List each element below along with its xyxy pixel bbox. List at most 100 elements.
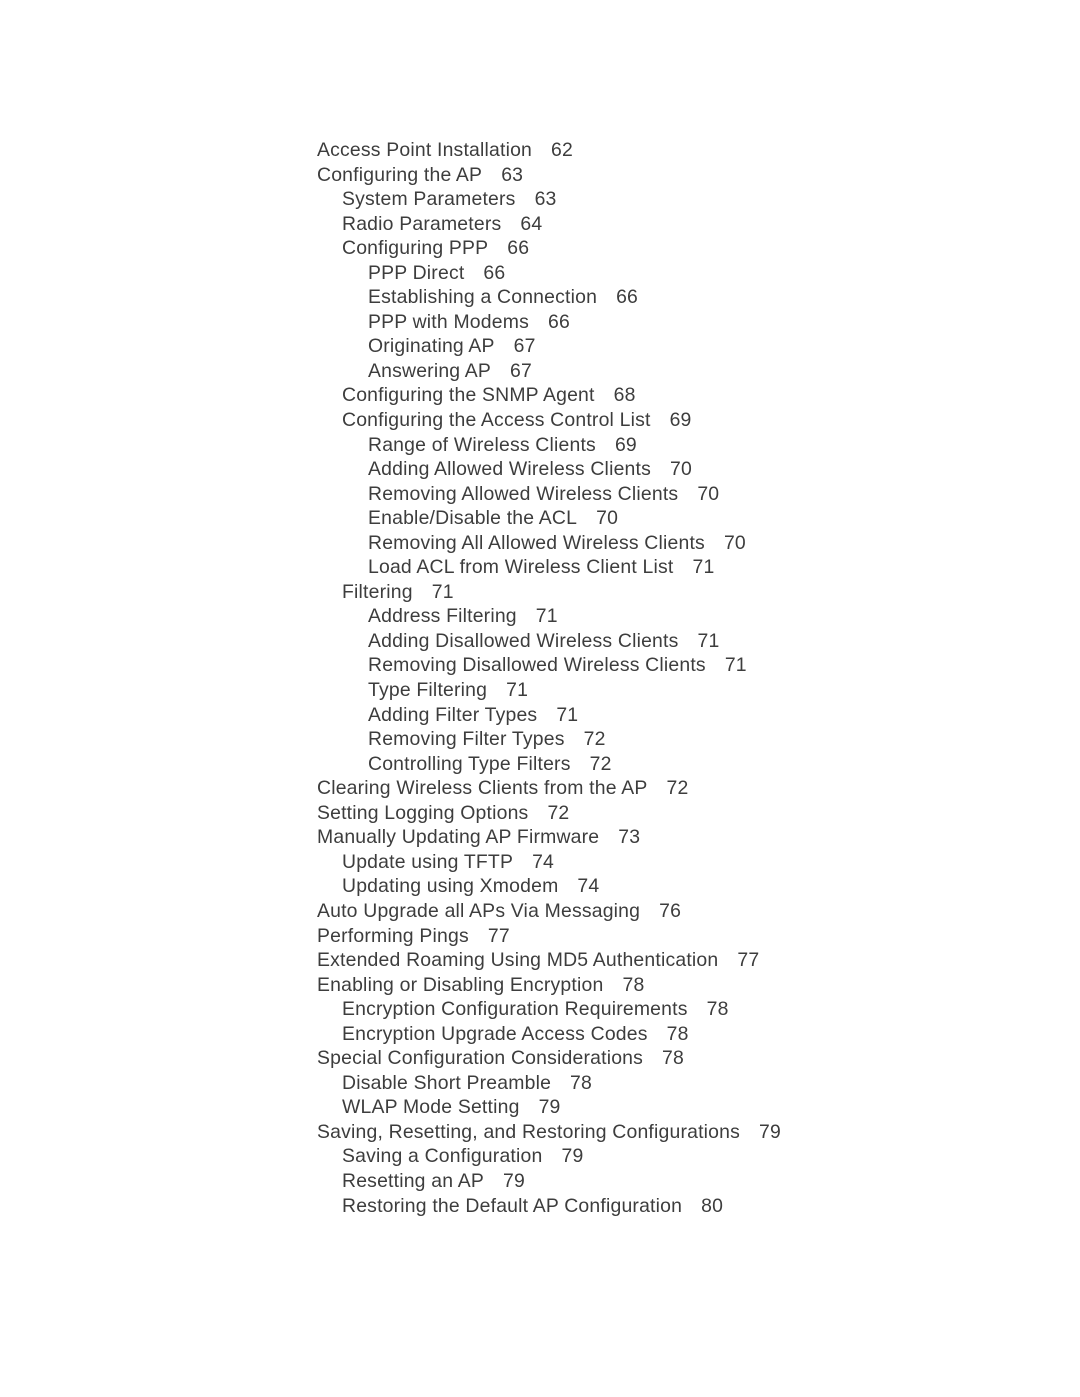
toc-entry-page-number: 67 xyxy=(510,359,533,382)
toc-entry[interactable]: PPP Direct 66 xyxy=(0,261,1080,286)
toc-entry-title: WLAP Mode Setting xyxy=(342,1096,520,1119)
toc-entry[interactable]: Enabling or Disabling Encryption 78 xyxy=(0,973,1080,998)
toc-entry-page-number: 71 xyxy=(556,703,579,726)
toc-entry-title: Special Configuration Considerations xyxy=(317,1047,644,1070)
toc-entry[interactable]: Clearing Wireless Clients from the AP 72 xyxy=(0,776,1080,801)
toc-entry[interactable]: Configuring the SNMP Agent 68 xyxy=(0,383,1080,408)
toc-entry-page-number: 72 xyxy=(666,777,689,800)
toc-entry[interactable]: Enable/Disable the ACL 70 xyxy=(0,506,1080,531)
toc-entry-title: Update using TFTP xyxy=(342,850,514,873)
toc-entry-page-number: 79 xyxy=(561,1145,584,1168)
toc-entry-title: Removing All Allowed Wireless Clients xyxy=(368,531,705,554)
toc-entry[interactable]: Establishing a Connection 66 xyxy=(0,285,1080,310)
toc-entry-title: Removing Disallowed Wireless Clients xyxy=(368,654,706,677)
toc-entry[interactable]: Update using TFTP 74 xyxy=(0,850,1080,875)
toc-entry-page-number: 79 xyxy=(502,1169,525,1192)
toc-entry-title: Adding Filter Types xyxy=(368,703,538,726)
toc-entry-title: Configuring PPP xyxy=(342,237,489,260)
toc-entry-page-number: 72 xyxy=(547,801,570,824)
toc-entry-page-number: 70 xyxy=(697,482,720,505)
toc-entry-title: Configuring the Access Control List xyxy=(342,409,651,432)
toc-entry[interactable]: Manually Updating AP Firmware 73 xyxy=(0,825,1080,850)
toc-entry-page-number: 64 xyxy=(520,212,543,235)
toc-entry[interactable]: Removing Filter Types 72 xyxy=(0,727,1080,752)
toc-entry[interactable]: Load ACL from Wireless Client List 71 xyxy=(0,555,1080,580)
toc-entry[interactable]: Filtering 71 xyxy=(0,580,1080,605)
toc-entry-page-number: 80 xyxy=(701,1194,724,1217)
toc-entry[interactable]: Extended Roaming Using MD5 Authenticatio… xyxy=(0,948,1080,973)
toc-entry-title: Originating AP xyxy=(368,335,495,358)
toc-entry-title: Configuring the AP xyxy=(317,163,483,186)
toc-entry-title: Updating using Xmodem xyxy=(342,875,559,898)
toc-entry-page-number: 72 xyxy=(589,752,612,775)
toc-entry-title: Extended Roaming Using MD5 Authenticatio… xyxy=(317,949,719,972)
toc-entry[interactable]: Updating using Xmodem 74 xyxy=(0,874,1080,899)
toc-entry-page-number: 74 xyxy=(532,850,555,873)
toc-entry-page-number: 71 xyxy=(692,556,715,579)
toc-entry-title: Adding Allowed Wireless Clients xyxy=(368,458,651,481)
toc-entry[interactable]: Adding Filter Types 71 xyxy=(0,703,1080,728)
toc-entry[interactable]: PPP with Modems 66 xyxy=(0,310,1080,335)
toc-entry[interactable]: Encryption Upgrade Access Codes 78 xyxy=(0,1022,1080,1047)
toc-entry-page-number: 66 xyxy=(507,237,530,260)
toc-entry-page-number: 79 xyxy=(538,1096,561,1119)
toc-entry-title: Establishing a Connection xyxy=(368,286,598,309)
toc-entry[interactable]: Removing All Allowed Wireless Clients 70 xyxy=(0,531,1080,556)
toc-entry-title: Type Filtering xyxy=(368,679,488,702)
toc-entry[interactable]: Resetting an AP 79 xyxy=(0,1169,1080,1194)
toc-entry-page-number: 63 xyxy=(534,188,557,211)
toc-entry[interactable]: Radio Parameters 64 xyxy=(0,212,1080,237)
toc-entry[interactable]: Originating AP 67 xyxy=(0,334,1080,359)
toc-entry-title: Radio Parameters xyxy=(342,212,502,235)
toc-entry-title: Load ACL from Wireless Client List xyxy=(368,556,674,579)
toc-entry-title: PPP Direct xyxy=(368,261,465,284)
toc-entry[interactable]: Configuring the AP 63 xyxy=(0,163,1080,188)
toc-entry-page-number: 66 xyxy=(483,261,506,284)
toc-entry[interactable]: Controlling Type Filters 72 xyxy=(0,752,1080,777)
toc-entry-title: Range of Wireless Clients xyxy=(368,433,596,456)
toc-entry-title: Controlling Type Filters xyxy=(368,752,571,775)
toc-entry-title: Disable Short Preamble xyxy=(342,1071,552,1094)
toc-entry[interactable]: Configuring PPP 66 xyxy=(0,236,1080,261)
toc-entry[interactable]: Saving a Configuration 79 xyxy=(0,1144,1080,1169)
toc-entry[interactable]: Auto Upgrade all APs Via Messaging 76 xyxy=(0,899,1080,924)
toc-entry-title: Enable/Disable the ACL xyxy=(368,507,578,530)
toc-entry-page-number: 77 xyxy=(737,949,760,972)
toc-entry[interactable]: Removing Disallowed Wireless Clients 71 xyxy=(0,653,1080,678)
toc-entry[interactable]: Setting Logging Options 72 xyxy=(0,801,1080,826)
toc-entry-page-number: 78 xyxy=(570,1071,593,1094)
toc-entry[interactable]: Access Point Installation 62 xyxy=(0,138,1080,163)
toc-entry-page-number: 63 xyxy=(501,163,524,186)
toc-entry[interactable]: Answering AP 67 xyxy=(0,359,1080,384)
toc-entry[interactable]: Removing Allowed Wireless Clients 70 xyxy=(0,482,1080,507)
toc-entry[interactable]: Range of Wireless Clients 69 xyxy=(0,433,1080,458)
toc-entry[interactable]: System Parameters 63 xyxy=(0,187,1080,212)
toc-entry-page-number: 73 xyxy=(618,826,641,849)
toc-entry-page-number: 79 xyxy=(759,1120,781,1143)
toc-entry[interactable]: Special Configuration Considerations 78 xyxy=(0,1046,1080,1071)
toc-entry-page-number: 69 xyxy=(614,433,637,456)
toc-entry[interactable]: Saving, Resetting, and Restoring Configu… xyxy=(0,1120,1080,1145)
toc-entry-page-number: 71 xyxy=(724,654,747,677)
toc-entry[interactable]: Performing Pings 77 xyxy=(0,924,1080,949)
toc-entry[interactable]: Adding Allowed Wireless Clients 70 xyxy=(0,457,1080,482)
toc-entry-page-number: 70 xyxy=(670,458,692,481)
toc-entry-title: Removing Filter Types xyxy=(368,728,565,751)
toc-entry[interactable]: Configuring the Access Control List 69 xyxy=(0,408,1080,433)
toc-entry[interactable]: Disable Short Preamble 78 xyxy=(0,1071,1080,1096)
toc-entry[interactable]: Restoring the Default AP Configuration 80 xyxy=(0,1194,1080,1219)
toc-entry[interactable]: Adding Disallowed Wireless Clients 71 xyxy=(0,629,1080,654)
toc-entry-title: PPP with Modems xyxy=(368,310,529,333)
toc-entry[interactable]: WLAP Mode Setting 79 xyxy=(0,1095,1080,1120)
toc-entry-title: Saving a Configuration xyxy=(342,1145,543,1168)
toc-entry-title: Encryption Configuration Requirements xyxy=(342,998,688,1021)
toc-entry-title: Address Filtering xyxy=(368,605,517,628)
toc-entry-title: Filtering xyxy=(342,580,413,603)
toc-entry[interactable]: Encryption Configuration Requirements 78 xyxy=(0,997,1080,1022)
toc-entry[interactable]: Address Filtering 71 xyxy=(0,604,1080,629)
toc-entry-page-number: 71 xyxy=(506,679,529,702)
table-of-contents: Access Point Installation 62 Configuring t… xyxy=(0,138,1080,1218)
toc-entry-page-number: 78 xyxy=(666,1022,689,1045)
toc-entry-title: Restoring the Default AP Configuration xyxy=(342,1194,683,1217)
toc-entry[interactable]: Type Filtering 71 xyxy=(0,678,1080,703)
